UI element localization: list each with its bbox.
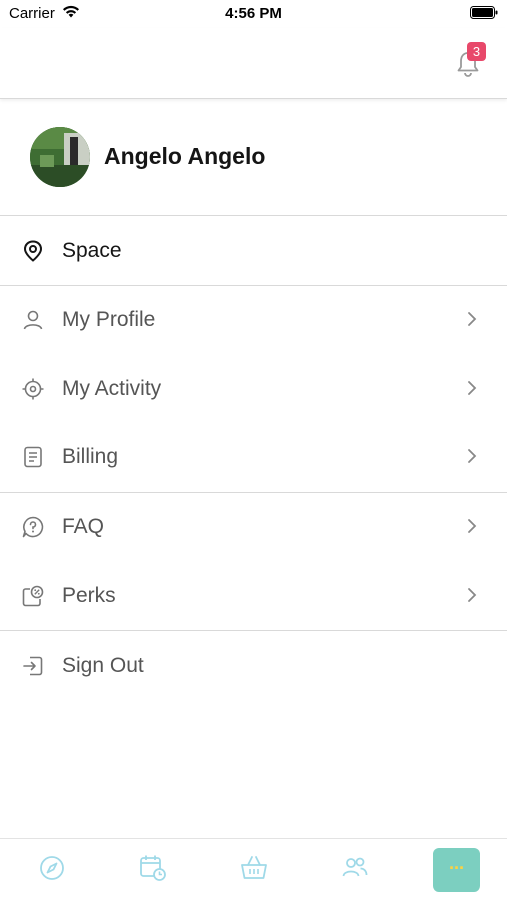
more-tab-button[interactable]: ··· — [433, 848, 480, 892]
menu-item-faq[interactable]: FAQ — [0, 493, 507, 561]
menu-item-label: My Activity — [62, 377, 162, 400]
menu-item-label: Sign Out — [62, 654, 144, 677]
menu-item-space[interactable]: Space — [0, 217, 507, 285]
clock: 4:56 PM — [225, 5, 282, 22]
avatar-image — [30, 127, 90, 187]
crosshair-icon — [22, 378, 44, 400]
menu-item-label: Billing — [62, 445, 119, 468]
menu-item-label: Space — [62, 239, 122, 262]
basket-icon[interactable] — [239, 853, 269, 883]
menu-item-my-activity[interactable]: My Activity — [0, 355, 507, 423]
chevron-right-icon — [468, 381, 477, 395]
menu-item-label: FAQ — [62, 515, 105, 538]
more-icon: ··· — [449, 858, 465, 878]
menu-item-sign-out[interactable]: Sign Out — [0, 632, 507, 700]
menu-item-label: My Profile — [62, 308, 156, 331]
question-bubble-icon — [22, 516, 44, 538]
notification-badge: 3 — [467, 42, 486, 61]
compass-icon[interactable] — [37, 853, 67, 883]
profile-header[interactable]: Angelo Angelo — [0, 99, 507, 216]
divider — [0, 630, 507, 631]
user-icon — [23, 310, 43, 330]
status-bar: Carrier 4:56 PM — [0, 0, 507, 28]
tab-bar: ··· — [0, 838, 507, 900]
chevron-right-icon — [468, 519, 477, 533]
chevron-right-icon — [468, 312, 477, 326]
menu-item-billing[interactable]: Billing — [0, 423, 507, 491]
chevron-right-icon — [468, 449, 477, 463]
discount-tag-icon — [22, 585, 44, 607]
notifications-button[interactable]: 3 — [455, 42, 489, 80]
menu-item-perks[interactable]: Perks — [0, 562, 507, 630]
sign-out-icon — [23, 656, 43, 676]
user-name: Angelo Angelo — [104, 143, 266, 169]
menu-item-label: Perks — [62, 584, 116, 607]
people-icon[interactable] — [340, 853, 370, 883]
menu-item-my-profile[interactable]: My Profile — [0, 286, 507, 354]
avatar — [30, 127, 90, 187]
battery-icon — [470, 6, 498, 19]
calendar-clock-icon[interactable] — [138, 853, 168, 883]
header: 3 — [0, 28, 507, 99]
location-pin-icon — [23, 240, 43, 262]
chevron-right-icon — [468, 588, 477, 602]
receipt-icon — [24, 446, 42, 468]
